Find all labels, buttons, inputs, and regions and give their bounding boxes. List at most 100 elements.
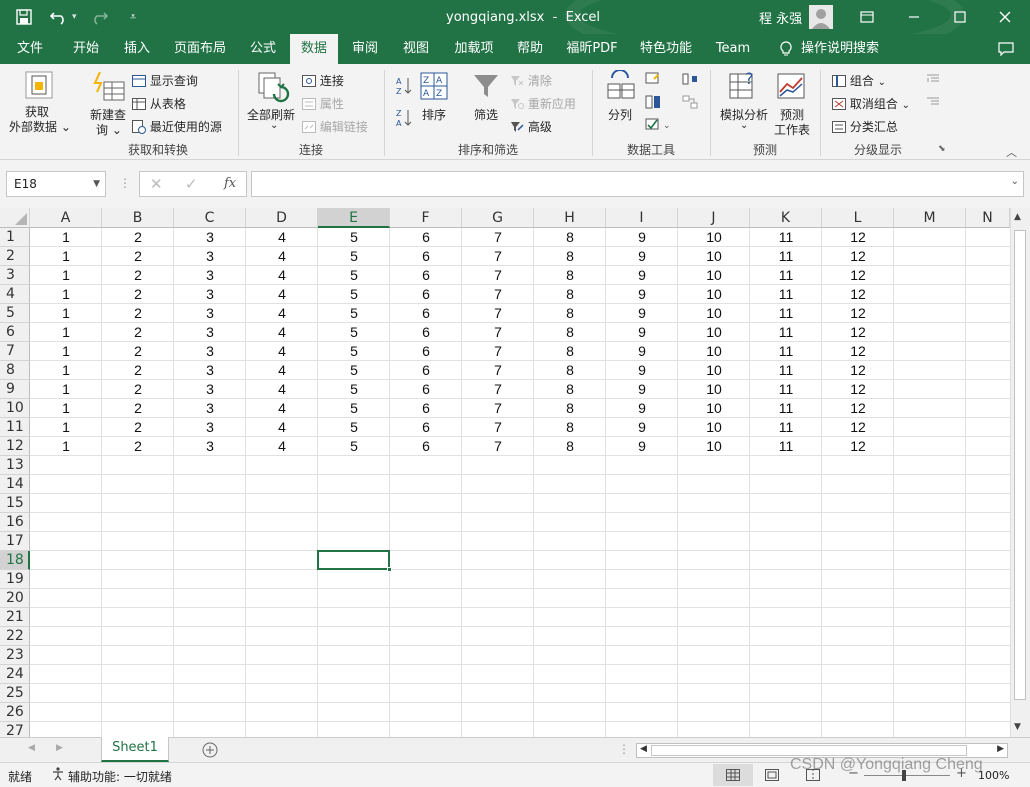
tab-data[interactable]: 数据 [290,34,338,64]
next-sheet-icon[interactable]: ▶ [56,743,63,753]
undo-dropdown-icon[interactable]: ▾ [72,0,77,34]
cell-h12[interactable]: 8 [534,437,606,456]
what-if-analysis-icon[interactable]: ? [728,69,758,105]
row-header-12[interactable]: 12 [0,437,30,456]
relationships-icon[interactable] [682,95,698,112]
cell-a10[interactable]: 1 [30,399,102,418]
maximize-icon[interactable] [954,0,966,34]
cell-g7[interactable]: 7 [462,342,534,361]
selected-cell[interactable] [317,550,392,572]
tab-foxit-pdf[interactable]: 福昕PDF [562,34,622,64]
cell-g9[interactable]: 7 [462,380,534,399]
cell-e7[interactable]: 5 [318,342,390,361]
row-header-1[interactable]: 1 [0,228,30,247]
tab-file[interactable]: 文件 [8,34,52,64]
cell-k8[interactable]: 11 [750,361,822,380]
column-header-g[interactable]: G [462,208,534,228]
data-validation-icon[interactable]: ⌄ [645,118,673,135]
cell-g4[interactable]: 7 [462,285,534,304]
cell-c6[interactable]: 3 [174,323,246,342]
sort-descending-icon[interactable]: ZA [396,108,412,131]
cell-e11[interactable]: 5 [318,418,390,437]
cell-g3[interactable]: 7 [462,266,534,285]
cell-h3[interactable]: 8 [534,266,606,285]
zoom-slider[interactable] [864,775,950,776]
cell-j9[interactable]: 10 [678,380,750,399]
tab-addins[interactable]: 加载项 [448,34,500,64]
cell-j12[interactable]: 10 [678,437,750,456]
save-icon[interactable] [16,0,32,34]
cell-f12[interactable]: 6 [390,437,462,456]
cell-d12[interactable]: 4 [246,437,318,456]
row-header-14[interactable]: 14 [0,475,30,494]
cell-d1[interactable]: 4 [246,228,318,247]
cell-h6[interactable]: 8 [534,323,606,342]
connections-button[interactable]: 连接 [302,72,344,89]
cell-f6[interactable]: 6 [390,323,462,342]
chevron-down-icon[interactable]: ⌄ [270,120,278,131]
comments-icon[interactable] [996,34,1016,64]
column-header-b[interactable]: B [102,208,174,228]
scroll-down-icon[interactable]: ▼ [1014,722,1021,732]
consolidate-icon[interactable] [682,72,698,89]
scroll-thumb[interactable] [1014,230,1026,700]
row-header-9[interactable]: 9 [0,380,30,399]
cell-l9[interactable]: 12 [822,380,894,399]
column-header-c[interactable]: C [174,208,246,228]
cell-d4[interactable]: 4 [246,285,318,304]
hide-detail-icon[interactable] [926,95,940,110]
minimize-icon[interactable] [908,0,920,34]
tab-home[interactable]: 开始 [62,34,110,64]
cell-g10[interactable]: 7 [462,399,534,418]
page-layout-view-icon[interactable] [765,769,779,784]
cell-d3[interactable]: 4 [246,266,318,285]
cell-f7[interactable]: 6 [390,342,462,361]
refresh-all-icon[interactable] [256,70,290,107]
cell-b12[interactable]: 2 [102,437,174,456]
worksheet-grid[interactable]: A B C D E F G H I J K L M N 1 1 2 3 4 5 6 7 8 9 10 11 12 2 1 2 3 4 5 6 7 8 9… [0,208,1010,737]
cell-g11[interactable]: 7 [462,418,534,437]
text-to-columns-label[interactable]: 分列 [608,106,632,123]
cell-k6[interactable]: 11 [750,323,822,342]
tab-help[interactable]: 帮助 [508,34,552,64]
cell-k2[interactable]: 11 [750,247,822,266]
row-header-22[interactable]: 22 [0,627,30,646]
cell-f5[interactable]: 6 [390,304,462,323]
cell-g8[interactable]: 7 [462,361,534,380]
cell-c4[interactable]: 3 [174,285,246,304]
subtotal-button[interactable]: 分类汇总 [832,118,898,135]
column-header-j[interactable]: J [678,208,750,228]
cell-l6[interactable]: 12 [822,323,894,342]
select-all-corner[interactable] [0,208,30,228]
cell-h10[interactable]: 8 [534,399,606,418]
cell-e8[interactable]: 5 [318,361,390,380]
vertical-scrollbar[interactable]: ▲ ▼ [1010,208,1030,737]
tab-features[interactable]: 特色功能 [636,34,696,64]
cell-g12[interactable]: 7 [462,437,534,456]
cell-i2[interactable]: 9 [606,247,678,266]
row-header-7[interactable]: 7 [0,342,30,361]
column-header-d[interactable]: D [246,208,318,228]
cell-d8[interactable]: 4 [246,361,318,380]
sort-label[interactable]: 排序 [422,106,446,123]
cell-l8[interactable]: 12 [822,361,894,380]
column-header-k[interactable]: K [750,208,822,228]
cell-l2[interactable]: 12 [822,247,894,266]
cell-b3[interactable]: 2 [102,266,174,285]
cell-b11[interactable]: 2 [102,418,174,437]
cell-f9[interactable]: 6 [390,380,462,399]
tab-review[interactable]: 审阅 [342,34,388,64]
cell-f11[interactable]: 6 [390,418,462,437]
cell-b7[interactable]: 2 [102,342,174,361]
normal-view-button[interactable] [713,764,753,786]
cell-k10[interactable]: 11 [750,399,822,418]
cell-e6[interactable]: 5 [318,323,390,342]
prev-sheet-icon[interactable]: ◀ [28,743,35,753]
filter-icon[interactable] [472,72,500,103]
row-header-15[interactable]: 15 [0,494,30,513]
cell-f2[interactable]: 6 [390,247,462,266]
cell-g6[interactable]: 7 [462,323,534,342]
cell-b4[interactable]: 2 [102,285,174,304]
lightbulb-icon[interactable] [776,34,796,64]
cell-d6[interactable]: 4 [246,323,318,342]
